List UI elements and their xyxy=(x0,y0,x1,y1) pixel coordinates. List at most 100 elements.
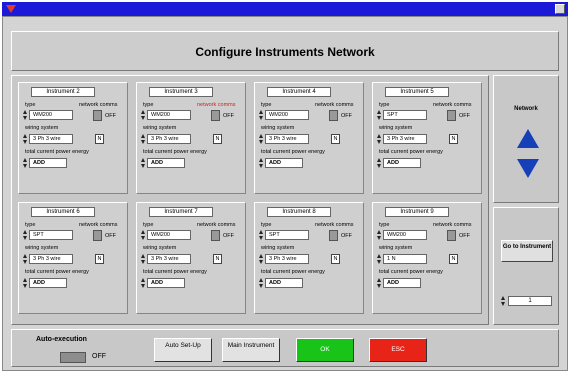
type-field[interactable]: WM200 xyxy=(265,110,309,120)
go-to-instrument-button[interactable]: Go to Instrument xyxy=(501,240,553,262)
network-label: Network xyxy=(514,106,538,112)
type-label: type xyxy=(379,102,390,108)
network-comms-toggle[interactable] xyxy=(329,110,338,121)
network-comms-label: network comms xyxy=(433,222,472,228)
wiring-spinner-icon[interactable] xyxy=(377,134,381,144)
energy-field[interactable]: ADD xyxy=(265,278,303,288)
network-comms-toggle[interactable] xyxy=(211,230,220,241)
neutral-box[interactable]: N xyxy=(449,254,458,264)
wiring-label: wiring system xyxy=(379,125,413,131)
energy-field[interactable]: ADD xyxy=(265,158,303,168)
type-field[interactable]: SPT xyxy=(383,110,427,120)
type-label: type xyxy=(261,102,272,108)
wiring-spinner-icon[interactable] xyxy=(23,134,27,144)
type-field[interactable]: SPT xyxy=(29,230,73,240)
energy-spinner-icon[interactable] xyxy=(377,278,381,288)
wiring-spinner-icon[interactable] xyxy=(377,254,381,264)
network-comms-toggle[interactable] xyxy=(329,230,338,241)
energy-field[interactable]: ADD xyxy=(383,158,421,168)
type-field[interactable]: WM200 xyxy=(147,230,191,240)
type-spinner-icon[interactable] xyxy=(23,110,27,120)
neutral-box[interactable]: N xyxy=(449,134,458,144)
wiring-label: wiring system xyxy=(143,245,177,251)
type-label: type xyxy=(25,102,36,108)
energy-label: total current power energy xyxy=(379,269,443,275)
instrument-title: Instrument 7 xyxy=(149,207,213,217)
instrument-number-spinner-icon[interactable] xyxy=(501,296,505,306)
energy-field[interactable]: ADD xyxy=(29,278,67,288)
type-spinner-icon[interactable] xyxy=(377,230,381,240)
energy-spinner-icon[interactable] xyxy=(259,278,263,288)
network-comms-state: OFF xyxy=(341,113,352,119)
energy-spinner-icon[interactable] xyxy=(141,278,145,288)
neutral-box[interactable]: N xyxy=(213,254,222,264)
energy-label: total current power energy xyxy=(379,149,443,155)
window-control-button[interactable] xyxy=(555,4,565,14)
energy-label: total current power energy xyxy=(25,269,89,275)
energy-field[interactable]: ADD xyxy=(29,158,67,168)
wiring-spinner-icon[interactable] xyxy=(259,134,263,144)
network-comms-toggle[interactable] xyxy=(211,110,220,121)
ok-button[interactable]: OK xyxy=(296,338,354,362)
type-spinner-icon[interactable] xyxy=(259,230,263,240)
wiring-field[interactable]: 3 Ph 3 wire xyxy=(265,254,309,264)
type-field[interactable]: SPT xyxy=(265,230,309,240)
wiring-spinner-icon[interactable] xyxy=(141,254,145,264)
network-comms-state: OFF xyxy=(459,113,470,119)
neutral-box[interactable]: N xyxy=(331,254,340,264)
neutral-box[interactable]: N xyxy=(213,134,222,144)
neutral-box[interactable]: N xyxy=(95,254,104,264)
energy-field[interactable]: ADD xyxy=(383,278,421,288)
system-menu-icon[interactable] xyxy=(6,5,16,13)
type-spinner-icon[interactable] xyxy=(141,230,145,240)
energy-spinner-icon[interactable] xyxy=(141,158,145,168)
network-down-arrow-icon[interactable] xyxy=(517,159,539,178)
auto-execution-state: OFF xyxy=(92,353,106,360)
network-comms-toggle[interactable] xyxy=(447,230,456,241)
wiring-field[interactable]: 3 Ph 3 wire xyxy=(29,254,73,264)
energy-spinner-icon[interactable] xyxy=(377,158,381,168)
energy-field[interactable]: ADD xyxy=(147,278,185,288)
network-comms-label: network comms xyxy=(315,222,354,228)
type-label: type xyxy=(379,222,390,228)
energy-label: total current power energy xyxy=(25,149,89,155)
network-comms-label: network comms xyxy=(79,102,118,108)
energy-spinner-icon[interactable] xyxy=(259,158,263,168)
network-comms-state: OFF xyxy=(105,113,116,119)
network-comms-toggle[interactable] xyxy=(93,230,102,241)
network-comms-toggle[interactable] xyxy=(447,110,456,121)
wiring-spinner-icon[interactable] xyxy=(141,134,145,144)
type-field[interactable]: WM200 xyxy=(147,110,191,120)
network-up-arrow-icon[interactable] xyxy=(517,129,539,148)
wiring-field[interactable]: 1 N xyxy=(383,254,427,264)
type-spinner-icon[interactable] xyxy=(23,230,27,240)
auto-execution-toggle[interactable] xyxy=(60,352,86,363)
type-field[interactable]: WM200 xyxy=(383,230,427,240)
wiring-field[interactable]: 3 Ph 3 wire xyxy=(265,134,309,144)
neutral-box[interactable]: N xyxy=(331,134,340,144)
wiring-label: wiring system xyxy=(261,245,295,251)
type-spinner-icon[interactable] xyxy=(377,110,381,120)
auto-setup-button[interactable]: Auto Set-Up xyxy=(154,338,212,362)
type-spinner-icon[interactable] xyxy=(141,110,145,120)
wiring-field[interactable]: 3 Ph 3 wire xyxy=(383,134,427,144)
wiring-field[interactable]: 3 Ph 3 wire xyxy=(147,134,191,144)
wiring-field[interactable]: 3 Ph 3 wire xyxy=(29,134,73,144)
wiring-field[interactable]: 3 Ph 3 wire xyxy=(147,254,191,264)
instrument-card: Instrument 7 type network comms WM200 OFF wir… xyxy=(136,202,246,314)
type-spinner-icon[interactable] xyxy=(259,110,263,120)
neutral-box[interactable]: N xyxy=(95,134,104,144)
energy-spinner-icon[interactable] xyxy=(23,278,27,288)
instrument-card: Instrument 8 type network comms SPT OFF wirin… xyxy=(254,202,364,314)
energy-spinner-icon[interactable] xyxy=(23,158,27,168)
network-comms-label: network comms xyxy=(79,222,118,228)
wiring-spinner-icon[interactable] xyxy=(259,254,263,264)
type-field[interactable]: WM200 xyxy=(29,110,73,120)
esc-button[interactable]: ESC xyxy=(369,338,427,362)
instrument-title: Instrument 5 xyxy=(385,87,449,97)
network-comms-toggle[interactable] xyxy=(93,110,102,121)
main-instrument-button[interactable]: Main Instrument xyxy=(222,338,280,362)
instrument-number-field[interactable]: 1 xyxy=(508,296,552,306)
wiring-spinner-icon[interactable] xyxy=(23,254,27,264)
energy-field[interactable]: ADD xyxy=(147,158,185,168)
